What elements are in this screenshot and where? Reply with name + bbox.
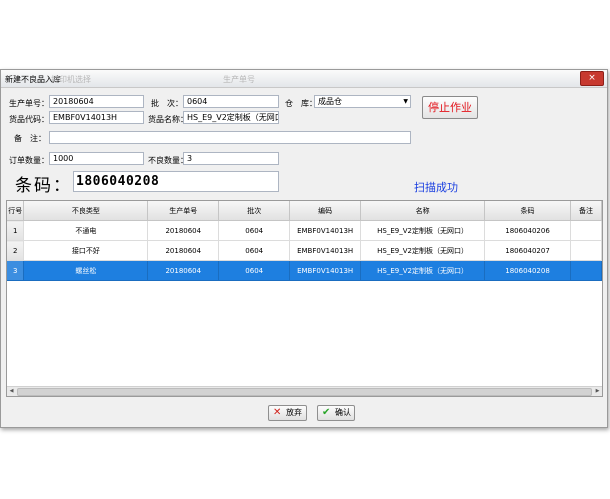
defect-type-cell[interactable]: 不通电: [23, 220, 149, 241]
remark-cell[interactable]: [570, 240, 602, 261]
table-row-selected[interactable]: 3 螺丝松 20180604 0604 EMBF0V14013H HS_E9_V…: [7, 260, 602, 281]
horizontal-scrollbar[interactable]: ◀ ▶: [7, 386, 602, 396]
confirm-button-label: 确认: [335, 408, 351, 417]
item-code-label: 货品代码：: [9, 115, 49, 124]
x-icon: ✕: [273, 407, 282, 418]
column-header-code[interactable]: 编码: [289, 201, 362, 221]
chevron-down-icon: ▼: [403, 98, 408, 105]
defect-inbound-window: 新建不良品入库 打印机选择 生产单号 × 生产单号： 20180604 批 次：…: [0, 69, 608, 428]
title-bar: 新建不良品入库 打印机选择 生产单号 ×: [1, 70, 607, 88]
batch-cell[interactable]: 0604: [218, 220, 291, 241]
background-tab-label: 打印机选择: [51, 75, 91, 84]
remark-field[interactable]: [49, 131, 411, 144]
column-header-remark[interactable]: 备注: [570, 201, 602, 221]
cancel-button-label: 放弃: [286, 408, 302, 417]
row-number-cell[interactable]: 3: [7, 260, 25, 281]
barcode-cell[interactable]: 1806040207: [484, 240, 571, 261]
barcode-cell[interactable]: 1806040208: [484, 260, 571, 281]
production-no-cell[interactable]: 20180604: [147, 260, 220, 281]
column-header-barcode[interactable]: 条码: [484, 201, 571, 221]
production-no-field[interactable]: 20180604: [49, 95, 144, 108]
check-icon: ✔: [322, 407, 331, 418]
defect-type-cell[interactable]: 接口不好: [23, 240, 149, 261]
item-code-field[interactable]: EMBF0V14013H: [49, 111, 144, 124]
background-tab-label: 生产单号: [223, 75, 255, 84]
barcode-cell[interactable]: 1806040206: [484, 220, 571, 241]
barcode-input[interactable]: 1806040208: [73, 171, 279, 192]
batch-field[interactable]: 0604: [183, 95, 279, 108]
column-header-defect-type[interactable]: 不良类型: [23, 201, 149, 221]
order-qty-label: 订单数量：: [9, 156, 49, 165]
name-cell[interactable]: HS_E9_V2定制板（无网口）: [360, 240, 486, 261]
cancel-button[interactable]: ✕ 放弃: [268, 405, 307, 421]
name-cell[interactable]: HS_E9_V2定制板（无网口）: [360, 260, 486, 281]
defect-type-cell[interactable]: 螺丝松: [23, 260, 149, 281]
scroll-right-icon[interactable]: ▶: [593, 387, 602, 396]
scan-status-text: 扫描成功: [414, 181, 458, 194]
table-row[interactable]: 1 不通电 20180604 0604 EMBF0V14013H HS_E9_V…: [7, 220, 602, 241]
remark-label: 备 注：: [14, 134, 46, 143]
row-number-cell[interactable]: 1: [7, 220, 25, 241]
production-no-cell[interactable]: 20180604: [147, 220, 220, 241]
warehouse-select[interactable]: 成品仓 ▼: [314, 95, 411, 108]
warehouse-value: 成品仓: [318, 97, 342, 106]
column-header-batch[interactable]: 批次: [218, 201, 291, 221]
confirm-button[interactable]: ✔ 确认: [317, 405, 355, 421]
production-no-cell[interactable]: 20180604: [147, 240, 220, 261]
defect-qty-field[interactable]: 3: [183, 152, 279, 165]
column-header-production-no[interactable]: 生产单号: [147, 201, 220, 221]
close-icon: ×: [588, 73, 596, 83]
code-cell[interactable]: EMBF0V14013H: [289, 260, 362, 281]
code-cell[interactable]: EMBF0V14013H: [289, 220, 362, 241]
code-cell[interactable]: EMBF0V14013H: [289, 240, 362, 261]
defect-items-grid: 行号 不良类型 生产单号 批次 编码 名称 条码 备注 1 不通电 201806…: [6, 200, 603, 397]
order-qty-field[interactable]: 1000: [49, 152, 144, 165]
column-header-row-no[interactable]: 行号: [7, 201, 25, 221]
batch-label: 批 次：: [151, 99, 183, 108]
defect-qty-label: 不良数量：: [148, 156, 188, 165]
scrollbar-thumb[interactable]: [17, 388, 592, 396]
column-header-name[interactable]: 名称: [360, 201, 486, 221]
name-cell[interactable]: HS_E9_V2定制板（无网口）: [360, 220, 486, 241]
item-name-label: 货品名称：: [148, 115, 188, 124]
stop-work-button[interactable]: 停止作业: [422, 96, 478, 119]
table-header-row: 行号 不良类型 生产单号 批次 编码 名称 条码 备注: [7, 201, 602, 221]
barcode-label: 条码：: [15, 176, 72, 196]
warehouse-label: 仓 库：: [285, 99, 317, 108]
production-no-label: 生产单号：: [9, 99, 49, 108]
scroll-left-icon[interactable]: ◀: [7, 387, 16, 396]
remark-cell[interactable]: [570, 260, 602, 281]
batch-cell[interactable]: 0604: [218, 260, 291, 281]
item-name-field[interactable]: HS_E9_V2定制板（无网口）: [183, 111, 279, 124]
table-row[interactable]: 2 接口不好 20180604 0604 EMBF0V14013H HS_E9_…: [7, 240, 602, 261]
remark-cell[interactable]: [570, 220, 602, 241]
batch-cell[interactable]: 0604: [218, 240, 291, 261]
close-button[interactable]: ×: [580, 71, 604, 86]
row-number-cell[interactable]: 2: [7, 240, 25, 261]
